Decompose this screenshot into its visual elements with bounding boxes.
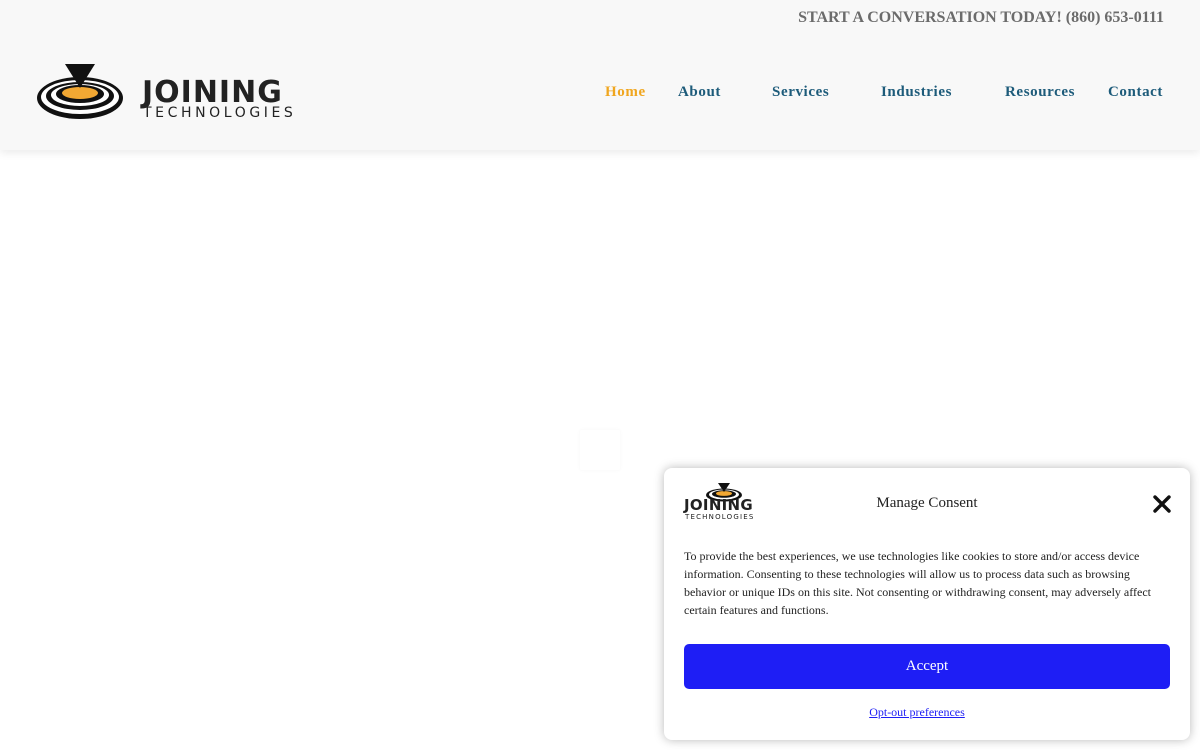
nav-contact[interactable]: Contact bbox=[1108, 84, 1163, 101]
consent-dialog: JOINING TECHNOLOGIES Manage Consent To p… bbox=[664, 468, 1190, 740]
nav-industries[interactable]: Industries bbox=[881, 84, 952, 101]
consent-logo-subtitle: TECHNOLOGIES bbox=[685, 513, 755, 521]
site-header: START A CONVERSATION TODAY! (860) 653-01… bbox=[0, 0, 1200, 150]
loading-placeholder bbox=[580, 430, 620, 470]
logo-subtitle: TECHNOLOGIES bbox=[143, 105, 297, 121]
close-icon bbox=[1153, 495, 1171, 513]
nav-about[interactable]: About bbox=[678, 84, 721, 101]
opt-out-preferences-link[interactable]: Opt-out preferences bbox=[664, 705, 1170, 720]
cta-phone-link[interactable]: START A CONVERSATION TODAY! (860) 653-01… bbox=[798, 9, 1164, 27]
nav-resources[interactable]: Resources bbox=[1005, 84, 1075, 101]
consent-title: Manage Consent bbox=[876, 495, 978, 511]
accept-button[interactable]: Accept bbox=[684, 644, 1170, 689]
nav-home[interactable]: Home bbox=[605, 84, 646, 101]
close-button[interactable] bbox=[1152, 494, 1172, 514]
nav-services[interactable]: Services bbox=[772, 84, 829, 101]
consent-description: To provide the best experiences, we use … bbox=[684, 549, 1151, 617]
main-nav: Home About Services Industries Resources… bbox=[0, 84, 1200, 104]
